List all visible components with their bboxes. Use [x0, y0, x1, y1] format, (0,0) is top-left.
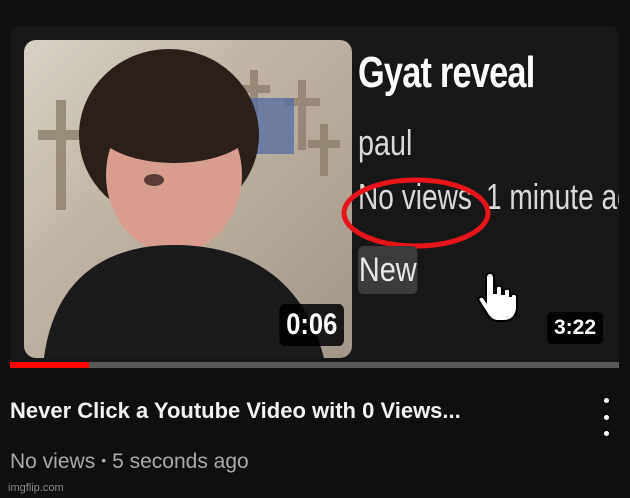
video-title[interactable]: Never Click a Youtube Video with 0 Views…	[10, 398, 461, 424]
inner-video-title: Gyat reveal	[358, 48, 535, 97]
more-options-icon[interactable]	[596, 398, 616, 436]
red-circle-annotation	[341, 177, 491, 249]
inner-timestamp: 0:06	[279, 304, 344, 346]
meta-separator: •	[101, 452, 107, 468]
view-count: No views	[10, 450, 96, 473]
video-thumbnail[interactable]: 0:06 Gyat reveal paul No views 1 minute …	[10, 26, 619, 368]
hand-pointer-icon	[477, 271, 518, 322]
watch-progress-bar	[10, 362, 619, 368]
inner-channel-name: paul	[358, 122, 413, 163]
duration-badge: 3:22	[546, 312, 603, 344]
upload-age: 5 seconds ago	[112, 450, 249, 473]
inner-video-frame: 0:06	[24, 40, 352, 358]
inner-new-badge: New	[358, 246, 418, 294]
watch-progress-fill	[10, 362, 90, 368]
watermark: imgflip.com	[8, 482, 64, 494]
thumbnail-image: 0:06 Gyat reveal paul No views 1 minute …	[10, 26, 619, 368]
inner-upload-age: 1 minute ago	[486, 176, 619, 217]
video-metadata: No views • 5 seconds ago	[10, 450, 249, 474]
